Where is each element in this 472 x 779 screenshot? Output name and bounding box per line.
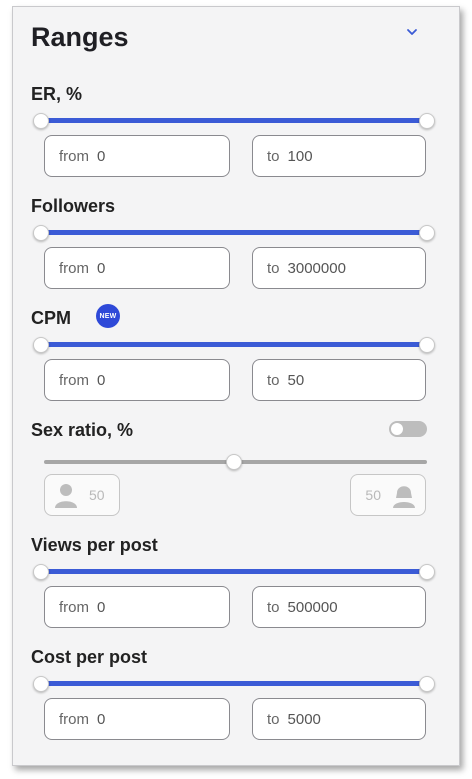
chevron-down-icon[interactable] — [404, 24, 420, 40]
er-from-prefix: from — [59, 147, 89, 165]
views-to-value: 500000 — [287, 598, 338, 616]
er-to-field[interactable]: to 100 — [252, 135, 426, 177]
cpm-from-field[interactable]: from 0 — [44, 359, 230, 401]
cost-to-field[interactable]: to 5000 — [252, 698, 426, 740]
sex-ratio-slider-handle[interactable] — [226, 454, 242, 470]
cost-from-prefix: from — [59, 710, 89, 728]
followers-label: Followers — [31, 196, 116, 216]
er-to-prefix: to — [267, 147, 280, 165]
followers-to-value: 3000000 — [287, 259, 346, 277]
followers-to-prefix: to — [267, 259, 280, 277]
cpm-to-value: 50 — [287, 371, 305, 389]
er-from-field[interactable]: from 0 — [44, 135, 230, 177]
male-ratio-value: 50 — [89, 487, 105, 503]
new-badge: NEW — [96, 304, 120, 328]
er-slider-max-handle[interactable] — [419, 113, 435, 129]
cpm-from-prefix: from — [59, 371, 89, 389]
cost-to-prefix: to — [267, 710, 280, 728]
er-label: ER, % — [31, 84, 83, 104]
male-ratio-box[interactable]: 50 — [44, 474, 120, 516]
er-from-value: 0 — [97, 147, 106, 165]
sex-ratio-toggle[interactable] — [389, 421, 427, 437]
sex-ratio-label: Sex ratio, % — [31, 420, 134, 440]
er-slider-min-handle[interactable] — [33, 113, 49, 129]
views-to-field[interactable]: to 500000 — [252, 586, 426, 628]
followers-from-prefix: from — [59, 259, 89, 277]
followers-from-value: 0 — [97, 259, 106, 277]
views-slider-track[interactable] — [40, 569, 427, 574]
views-to-prefix: to — [267, 598, 280, 616]
female-ratio-value: 50 — [365, 487, 381, 503]
toggle-knob — [391, 423, 403, 435]
female-user-icon — [393, 486, 415, 508]
views-label: Views per post — [31, 535, 158, 555]
cost-slider-min-handle[interactable] — [33, 676, 49, 692]
cost-from-field[interactable]: from 0 — [44, 698, 230, 740]
cost-from-value: 0 — [97, 710, 106, 728]
er-slider-track[interactable] — [40, 118, 427, 123]
cpm-slider-min-handle[interactable] — [33, 337, 49, 353]
cpm-slider-max-handle[interactable] — [419, 337, 435, 353]
cpm-from-value: 0 — [97, 371, 106, 389]
views-slider-max-handle[interactable] — [419, 564, 435, 580]
followers-to-field[interactable]: to 3000000 — [252, 247, 426, 289]
panel-title: Ranges — [31, 22, 129, 52]
cost-to-value: 5000 — [287, 710, 321, 728]
female-ratio-box[interactable]: 50 — [350, 474, 426, 516]
cpm-to-prefix: to — [267, 371, 280, 389]
male-user-icon — [55, 484, 77, 508]
views-slider-min-handle[interactable] — [33, 564, 49, 580]
cost-label: Cost per post — [31, 647, 148, 667]
cost-slider-max-handle[interactable] — [419, 676, 435, 692]
followers-from-field[interactable]: from 0 — [44, 247, 230, 289]
followers-slider-track[interactable] — [40, 230, 427, 235]
views-from-field[interactable]: from 0 — [44, 586, 230, 628]
er-to-value: 100 — [287, 147, 313, 165]
cpm-label: CPM — [31, 308, 71, 328]
followers-slider-max-handle[interactable] — [419, 225, 435, 241]
views-from-value: 0 — [97, 598, 106, 616]
cpm-slider-track[interactable] — [40, 342, 427, 347]
followers-slider-min-handle[interactable] — [33, 225, 49, 241]
cpm-to-field[interactable]: to 50 — [252, 359, 426, 401]
cost-slider-track[interactable] — [40, 681, 427, 686]
views-from-prefix: from — [59, 598, 89, 616]
